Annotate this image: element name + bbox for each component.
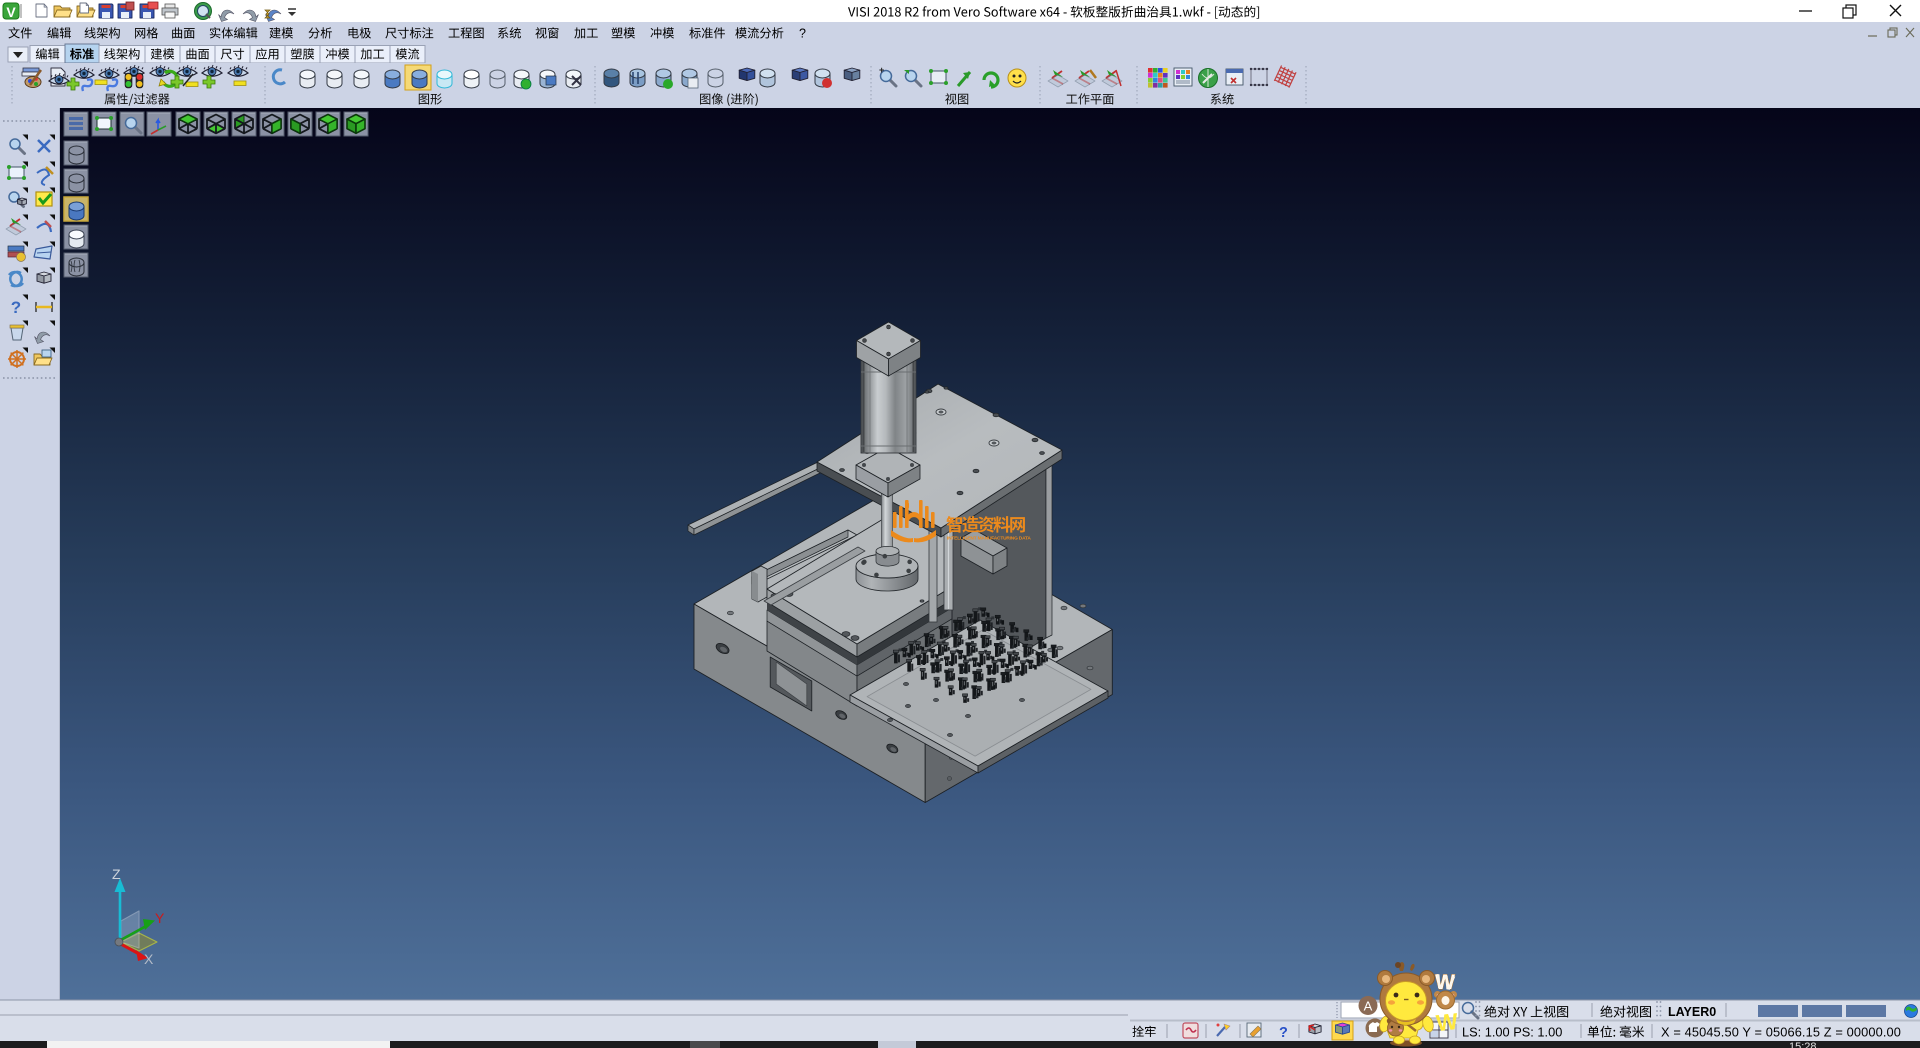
svg-text:?: ? <box>799 27 806 41</box>
svg-text:+: + <box>879 65 884 75</box>
svg-text:?: ? <box>1279 1025 1288 1041</box>
svg-text:V: V <box>6 4 16 20</box>
svg-text:LS: 1.00 PS: 1.00: LS: 1.00 PS: 1.00 <box>1462 1025 1562 1040</box>
svg-text:A: A <box>1364 999 1373 1014</box>
svg-text:Z: Z <box>112 866 121 882</box>
svg-text:Y: Y <box>155 910 165 926</box>
svg-text:X = 45045.50 Y = 05066.15 Z =: X = 45045.50 Y = 05066.15 Z = 00000.00 <box>1661 1025 1901 1040</box>
svg-text:X: X <box>144 951 154 967</box>
svg-text:W: W <box>1435 1008 1460 1036</box>
svg-text:LAYER0: LAYER0 <box>1668 1005 1716 1019</box>
svg-text:?: ? <box>11 298 21 317</box>
svg-text:INTELLIGENT MANUFACTURING DATA: INTELLIGENT MANUFACTURING DATA <box>947 536 1031 542</box>
svg-text:15:28: 15:28 <box>1789 1041 1817 1048</box>
